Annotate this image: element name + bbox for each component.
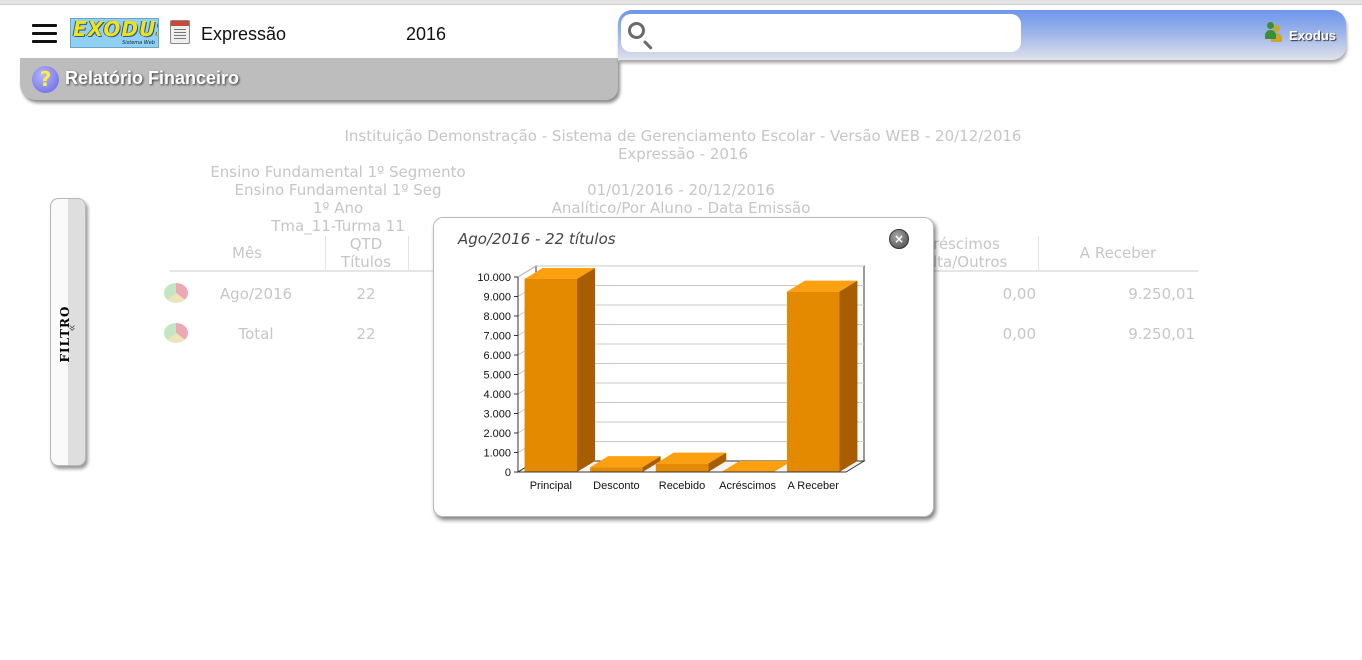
report-mode: Analítico/Por Aluno - Data Emissão [551, 199, 811, 217]
row-a-receber: 9.250,01 [1128, 285, 1195, 303]
bar-side [577, 267, 596, 472]
user-menu[interactable]: Exodus [1265, 22, 1336, 43]
calendar-icon[interactable] [170, 20, 190, 44]
report-segment-short: Ensino Fundamental 1º Seg [234, 181, 442, 199]
column-divider [1038, 236, 1039, 270]
row-mes: Ago/2016 [219, 285, 293, 303]
report-period: 01/01/2016 - 20/12/2016 [587, 181, 775, 199]
row-acrescimos: 0,00 [1002, 285, 1036, 303]
filter-label: FILTRO [58, 305, 72, 363]
column-divider [408, 236, 409, 270]
logo-text: EXODUS [73, 18, 158, 41]
bar [786, 291, 840, 472]
col-header-acrescimos-line2: lta/Outros [933, 253, 1008, 271]
col-header-qtd-line1: QTD [349, 235, 383, 253]
x-tick-label: Principal [530, 480, 572, 492]
page-title: Relatório Financeiro [65, 68, 240, 88]
filter-side-tab[interactable]: FILTRO » [50, 198, 86, 466]
y-tick-label: 10.000 [477, 272, 511, 284]
y-tick-label: 6.000 [483, 350, 511, 362]
report-segment: Ensino Fundamental 1º Segmento [210, 163, 466, 181]
y-tick-label: 1.000 [483, 448, 511, 460]
y-tick-label: 8.000 [483, 311, 511, 323]
y-tick-label: 4.000 [483, 389, 511, 401]
row-qtd: 22 [356, 325, 376, 343]
row-mes: Total [238, 325, 274, 343]
search-bar: Exodus [618, 10, 1346, 60]
y-tick-label: 0 [505, 467, 511, 479]
year-label: 2016 [406, 24, 447, 44]
y-tick-label: 9.000 [483, 292, 511, 304]
exodus-logo[interactable]: EXODUS Sistema Web [70, 18, 159, 48]
chart-modal: Ago/2016 - 22 títulos × 0 1.000 2.000 3.000… [433, 217, 934, 517]
report-header-line2: Expressão - 2016 [617, 145, 749, 163]
x-tick-label: Recebido [659, 480, 705, 492]
y-tick-label: 7.000 [483, 331, 511, 343]
bar [524, 278, 578, 472]
x-tick-label: Acréscimos [719, 480, 776, 492]
col-header-a-receber: A Receber [1079, 244, 1157, 262]
report-header-line1: Instituição Demonstração - Sistema de Ge… [344, 127, 1022, 145]
report-grade: 1º Ano [312, 199, 364, 217]
users-icon [1265, 22, 1281, 40]
bar [655, 463, 709, 472]
row-qtd: 22 [356, 285, 376, 303]
row-acrescimos: 0,00 [1002, 325, 1036, 343]
x-tick-label: A Receber [788, 480, 840, 492]
bar [590, 467, 643, 472]
user-name: Exodus [1289, 28, 1336, 43]
menu-hamburger-icon[interactable] [32, 23, 57, 44]
pie-chart-icon[interactable] [164, 323, 188, 343]
help-icon[interactable]: ? [32, 66, 59, 93]
x-tick-label: Desconto [593, 480, 639, 492]
app-name: Expressão [201, 24, 287, 44]
chevron-down-icon: » [65, 324, 80, 332]
page-title-bar: ? Relatório Financeiro [20, 58, 618, 100]
y-tick-label: 2.000 [483, 428, 511, 440]
col-header-qtd-line2: Títulos [341, 253, 391, 271]
bar-side [839, 280, 858, 472]
y-tick-label: 3.000 [483, 409, 511, 421]
y-tick-label: 5.000 [483, 370, 511, 382]
pie-chart-icon[interactable] [164, 283, 188, 303]
search-input[interactable] [621, 14, 1021, 52]
bar-chart: 0 1.000 2.000 3.000 4.000 5.000 6.000 7.000 8.00… [477, 265, 866, 492]
logo-subtext: Sistema Web [122, 40, 155, 46]
col-header-acrescimos-line1: réscimos [933, 235, 1000, 253]
row-a-receber: 9.250,01 [1128, 325, 1195, 343]
col-header-mes: Mês [232, 244, 262, 262]
top-border [0, 0, 1362, 5]
